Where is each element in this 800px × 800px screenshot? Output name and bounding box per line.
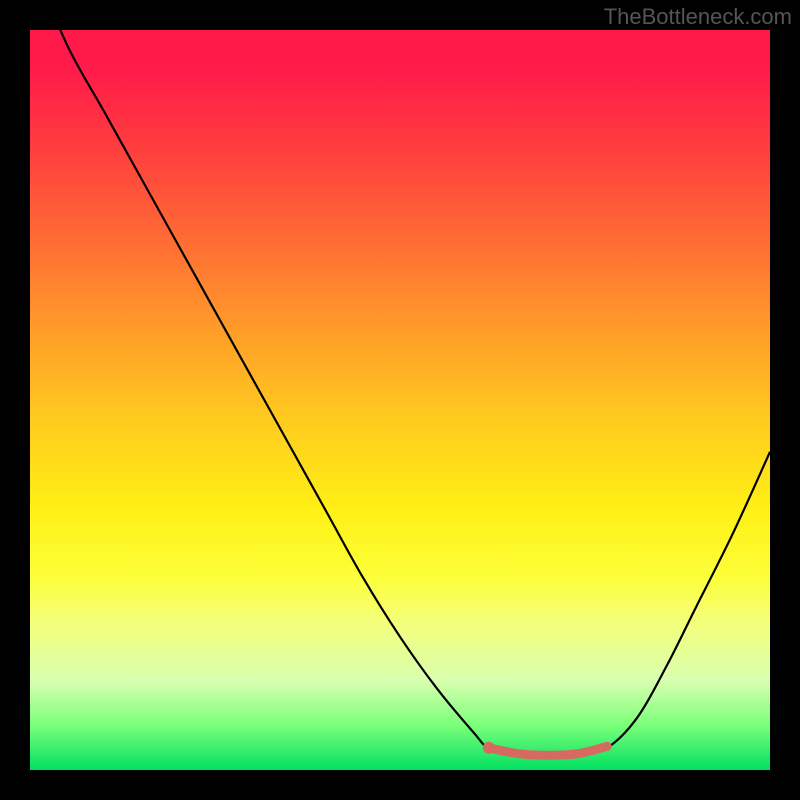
- optimal-range-marker-path: [489, 746, 607, 755]
- optimal-range-start-dot: [483, 742, 495, 754]
- chart-svg: [30, 30, 770, 770]
- plot-area: [30, 30, 770, 770]
- bottleneck-curve-path: [30, 30, 770, 756]
- watermark-text: TheBottleneck.com: [604, 4, 792, 30]
